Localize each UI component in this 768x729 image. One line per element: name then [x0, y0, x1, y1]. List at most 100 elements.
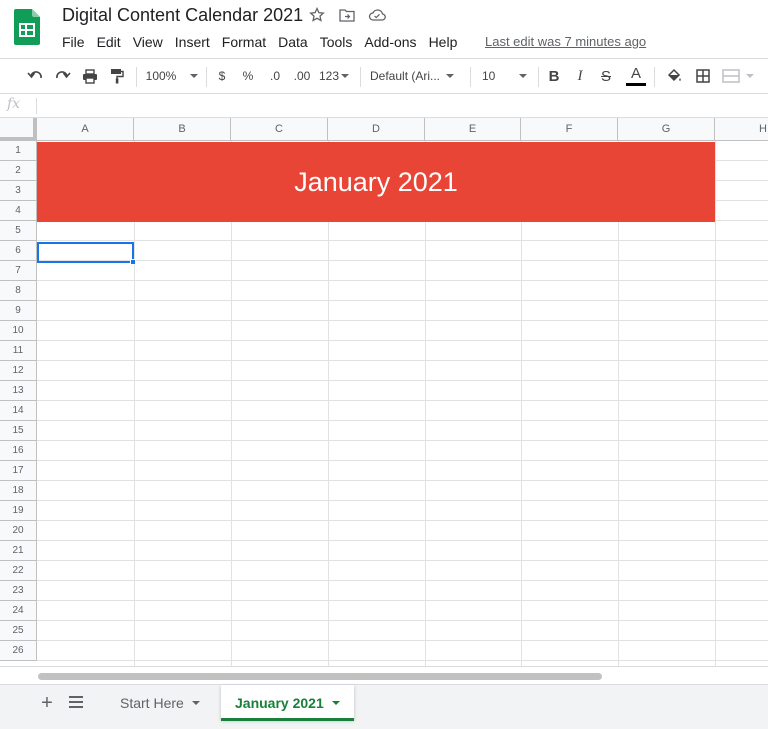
row-header-24[interactable]: 24 [0, 601, 37, 621]
sheet-tab-start-here[interactable]: Start Here [106, 685, 214, 720]
row-header-15[interactable]: 15 [0, 421, 37, 441]
percent-format-button[interactable]: % [240, 59, 256, 93]
column-header-g[interactable]: G [618, 118, 715, 141]
horizontal-scrollbar[interactable] [0, 666, 768, 684]
menu-insert[interactable]: Insert [169, 32, 216, 52]
move-folder-icon[interactable] [338, 6, 356, 24]
last-edit-link[interactable]: Last edit was 7 minutes ago [485, 34, 646, 49]
cloud-saved-icon[interactable] [368, 6, 386, 24]
row-gridline [37, 280, 768, 281]
column-header-c[interactable]: C [231, 118, 328, 141]
row-header-8[interactable]: 8 [0, 281, 37, 301]
italic-button[interactable]: I [572, 59, 588, 93]
menu-data[interactable]: Data [272, 32, 314, 52]
row-header-19[interactable]: 19 [0, 501, 37, 521]
formula-input[interactable] [44, 98, 744, 114]
row-header-21[interactable]: 21 [0, 541, 37, 561]
menu-help[interactable]: Help [423, 32, 464, 52]
font-size-value: 10 [482, 69, 496, 83]
row-header-7[interactable]: 7 [0, 261, 37, 281]
menu-view[interactable]: View [127, 32, 169, 52]
row-header-14[interactable]: 14 [0, 401, 37, 421]
row-header-1[interactable]: 1 [0, 141, 37, 161]
row-header-20[interactable]: 20 [0, 521, 37, 541]
column-header-a[interactable]: A [37, 118, 134, 141]
all-sheets-menu-icon[interactable] [69, 696, 83, 708]
decrease-decimal-button[interactable]: .0 [266, 59, 284, 93]
row-header-6[interactable]: 6 [0, 241, 37, 261]
row-gridline [37, 600, 768, 601]
row-header-4[interactable]: 4 [0, 201, 37, 221]
more-formats-button[interactable]: 123 [318, 59, 350, 93]
bold-button[interactable]: B [546, 59, 562, 93]
spreadsheet-grid[interactable]: A B C D E F G H 1 2 3 4 5 6 7 8 9 10 11 … [0, 118, 768, 666]
sheet-tab-label: Start Here [120, 694, 184, 711]
title-bar: Digital Content Calendar 2021 File Edit … [0, 0, 768, 58]
document-title[interactable]: Digital Content Calendar 2021 [62, 5, 303, 26]
row-gridline [37, 540, 768, 541]
undo-icon[interactable] [24, 59, 46, 93]
star-icon[interactable] [308, 6, 326, 24]
paint-format-icon[interactable] [106, 59, 128, 93]
row-header-11[interactable]: 11 [0, 341, 37, 361]
selected-cell-a6[interactable] [37, 242, 136, 265]
column-header-e[interactable]: E [425, 118, 521, 141]
row-header-16[interactable]: 16 [0, 441, 37, 461]
row-header-26[interactable]: 26 [0, 641, 37, 661]
text-color-button[interactable]: A [625, 59, 647, 93]
chevron-down-icon [746, 74, 754, 78]
add-sheet-icon[interactable]: + [38, 693, 56, 713]
chevron-down-icon[interactable] [191, 700, 200, 705]
redo-icon[interactable] [52, 59, 74, 93]
currency-format-button[interactable]: $ [214, 59, 230, 93]
sheets-logo-icon[interactable] [14, 9, 40, 45]
row-gridline [37, 480, 768, 481]
row-header-13[interactable]: 13 [0, 381, 37, 401]
fx-icon: fx [7, 96, 21, 112]
row-header-17[interactable]: 17 [0, 461, 37, 481]
strikethrough-button[interactable]: S [598, 59, 614, 93]
chevron-down-icon [190, 74, 199, 78]
row-header-18[interactable]: 18 [0, 481, 37, 501]
row-gridline [37, 580, 768, 581]
menu-format[interactable]: Format [216, 32, 272, 52]
column-header-b[interactable]: B [134, 118, 231, 141]
row-header-10[interactable]: 10 [0, 321, 37, 341]
scrollbar-thumb[interactable] [38, 673, 602, 680]
menu-add-ons[interactable]: Add-ons [358, 32, 422, 52]
row-header-22[interactable]: 22 [0, 561, 37, 581]
row-gridline [37, 420, 768, 421]
print-icon[interactable] [79, 59, 101, 93]
increase-decimal-button[interactable]: .00 [290, 59, 314, 93]
row-header-9[interactable]: 9 [0, 301, 37, 321]
column-header-f[interactable]: F [521, 118, 618, 141]
chevron-down-icon[interactable] [331, 700, 340, 705]
row-gridline [37, 640, 768, 641]
formula-bar: fx [0, 94, 768, 118]
merge-cells-icon[interactable] [721, 59, 755, 93]
column-header-d[interactable]: D [328, 118, 425, 141]
row-header-5[interactable]: 5 [0, 221, 37, 241]
zoom-select[interactable]: 100% [144, 59, 200, 93]
month-banner[interactable]: January 2021 [37, 142, 715, 222]
row-header-3[interactable]: 3 [0, 181, 37, 201]
row-header-12[interactable]: 12 [0, 361, 37, 381]
row-gridline [37, 380, 768, 381]
menu-tools[interactable]: Tools [314, 32, 359, 52]
sheet-tab-label: January 2021 [235, 694, 324, 711]
row-header-2[interactable]: 2 [0, 161, 37, 181]
font-family-select[interactable]: Default (Ari... [370, 59, 462, 93]
borders-icon[interactable] [693, 59, 713, 93]
row-header-23[interactable]: 23 [0, 581, 37, 601]
row-gridline [37, 660, 768, 661]
select-all-corner[interactable] [0, 118, 37, 141]
toolbar: 100% $ % .0 .00 123 Default (Ari... 10 B… [0, 58, 768, 94]
fill-handle[interactable] [130, 259, 136, 265]
font-size-select[interactable]: 10 [478, 59, 530, 93]
fill-color-icon[interactable] [664, 59, 684, 93]
row-header-25[interactable]: 25 [0, 621, 37, 641]
column-header-h[interactable]: H [715, 118, 768, 141]
menu-file[interactable]: File [56, 32, 91, 52]
menu-edit[interactable]: Edit [91, 32, 127, 52]
sheet-tab-january-2021[interactable]: January 2021 [221, 685, 354, 721]
